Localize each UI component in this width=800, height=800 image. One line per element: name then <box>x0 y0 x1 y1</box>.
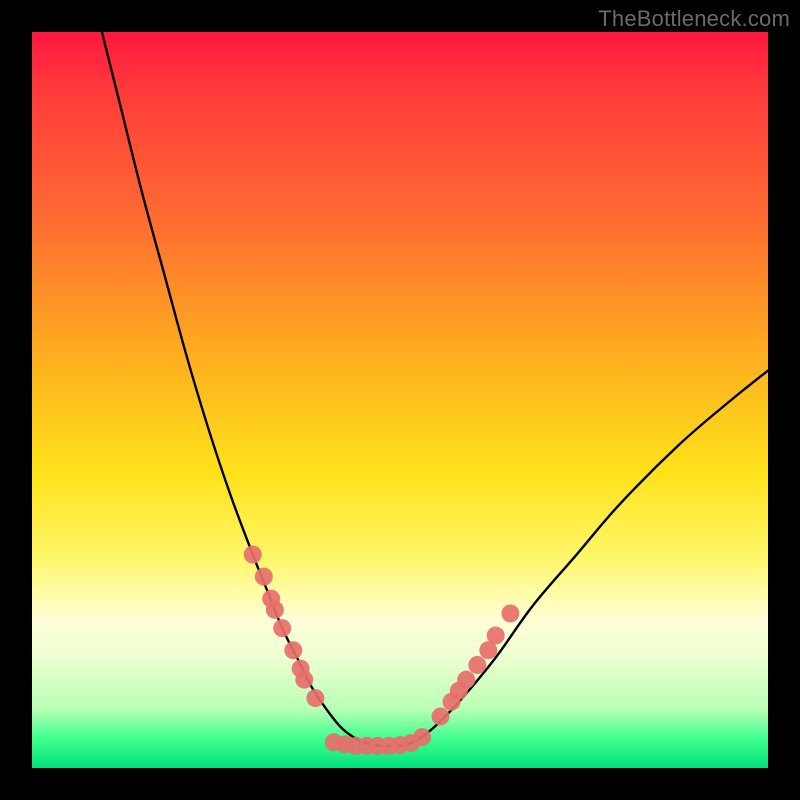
marker-dot <box>295 671 313 689</box>
marker-dot <box>306 689 324 707</box>
plot-area <box>32 32 768 768</box>
watermark-text: TheBottleneck.com <box>598 6 790 32</box>
marker-dot <box>273 619 291 637</box>
marker-dot <box>431 707 449 725</box>
chart-frame: TheBottleneck.com <box>0 0 800 800</box>
bottleneck-curve <box>102 32 768 746</box>
marker-dot <box>244 546 262 564</box>
marker-dot <box>413 728 431 746</box>
marker-dot <box>284 641 302 659</box>
marker-dot <box>457 671 475 689</box>
marker-group <box>244 546 520 755</box>
marker-dot <box>255 568 273 586</box>
chart-svg <box>32 32 768 768</box>
marker-dot <box>487 627 505 645</box>
marker-dot <box>501 604 519 622</box>
marker-dot <box>266 601 284 619</box>
marker-dot <box>468 656 486 674</box>
